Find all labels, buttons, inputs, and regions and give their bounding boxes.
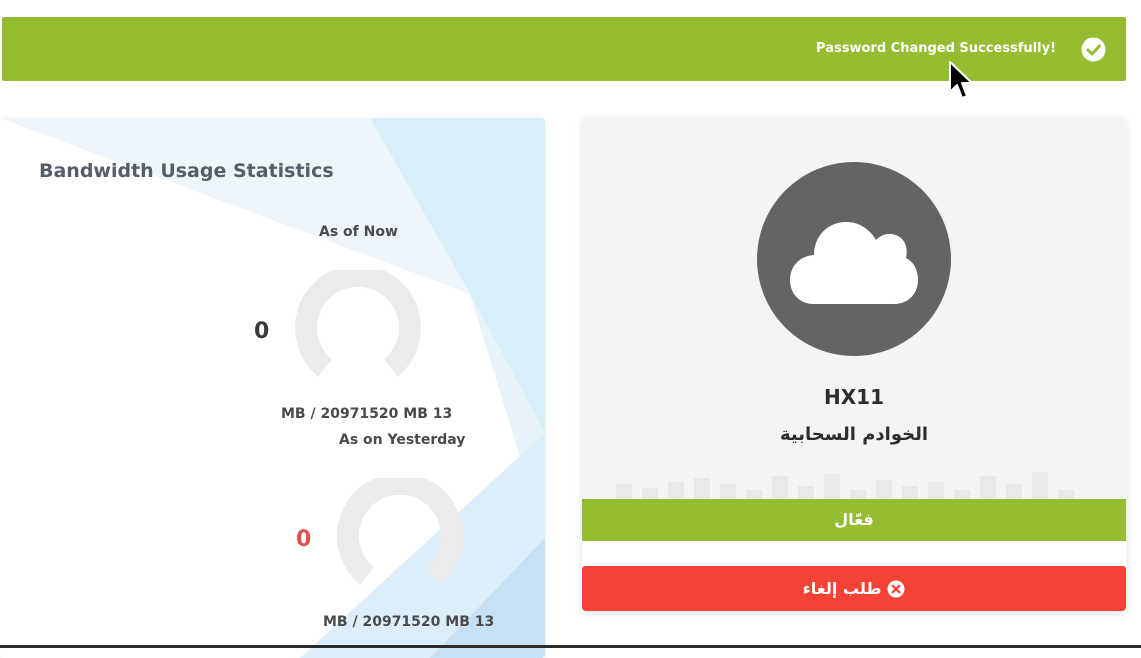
status-badge: فعّال: [582, 499, 1126, 541]
yesterday-gauge: [337, 478, 463, 585]
cancel-label: طلب إلغاء: [802, 579, 882, 598]
yesterday-usage: MB / 20971520 MB 13: [323, 614, 495, 630]
server-card: HX11 الخوادم السحابية فعّال طلب إلغاء: [582, 118, 1126, 611]
server-avatar: [757, 162, 951, 356]
now-value: 0: [254, 319, 270, 344]
bandwidth-card: Bandwidth Usage Statistics As of Now 0 M…: [0, 118, 545, 658]
mouse-cursor-icon: [949, 61, 973, 99]
yesterday-value: 0: [296, 527, 312, 552]
alert-message: !Password Changed Successfully: [816, 41, 1056, 56]
check-circle-icon: [1081, 37, 1106, 62]
yesterday-label: As on Yesterday: [339, 432, 466, 448]
now-gauge: [295, 270, 421, 377]
now-label: As of Now: [319, 224, 398, 240]
server-header: HX11 الخوادم السحابية: [582, 118, 1126, 500]
server-type: الخوادم السحابية: [779, 424, 929, 445]
decorative-bars: [616, 472, 1074, 500]
times-circle-icon: [887, 580, 905, 597]
cancel-request-button[interactable]: طلب إلغاء: [582, 566, 1126, 611]
server-name: HX11: [824, 385, 884, 409]
cloud-icon: [790, 222, 918, 304]
decorative-background: [0, 118, 545, 658]
bandwidth-title: Bandwidth Usage Statistics: [39, 160, 334, 182]
now-usage: MB / 20971520 MB 13: [281, 406, 453, 422]
